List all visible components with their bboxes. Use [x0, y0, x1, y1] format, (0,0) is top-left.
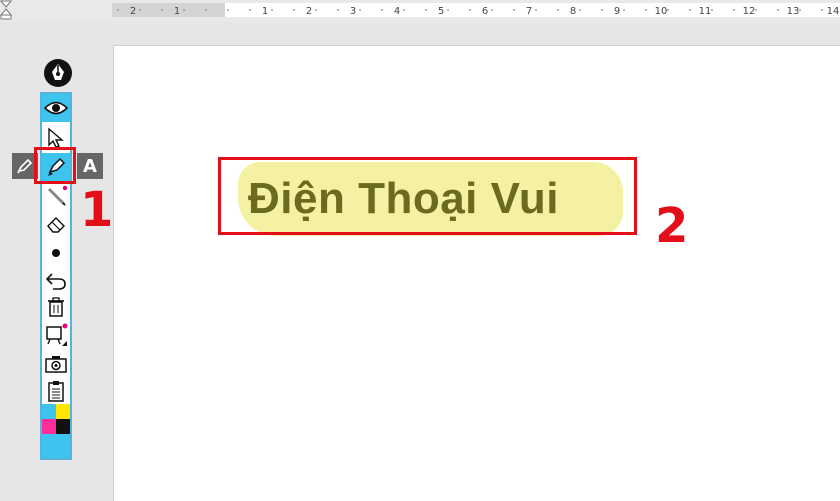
clipboard-icon: [48, 381, 64, 402]
eraser-tool-button[interactable]: [42, 210, 70, 238]
text-tool-button[interactable]: A: [77, 153, 103, 179]
screenshot-button[interactable]: [42, 350, 70, 378]
trash-icon: [48, 297, 64, 317]
text-tool-label: A: [83, 155, 97, 177]
arrow-cursor-icon: [48, 127, 64, 148]
callout-label-1: 1: [80, 182, 114, 238]
clipboard-button[interactable]: [42, 377, 70, 405]
horizontal-ruler: 2 1 1 2 3 4 5 6 7 8 9 10 11 12 13 14: [0, 0, 840, 22]
delete-button[interactable]: [42, 293, 70, 321]
indent-marker-icon[interactable]: [0, 0, 12, 20]
ruler-label: 14: [827, 6, 840, 17]
ruler-label: 12: [743, 6, 756, 17]
undo-icon: [45, 273, 66, 290]
dot-size-button[interactable]: [42, 239, 70, 267]
callout-box-1: [34, 147, 76, 184]
palette-swatch-cyan-lower[interactable]: [42, 434, 70, 458]
ruler-label: 2: [306, 6, 312, 17]
palette-swatch-black[interactable]: [56, 419, 70, 434]
ruler-label: 4: [394, 6, 400, 17]
ruler-label: 2: [130, 6, 136, 17]
pen-tool-logo-icon[interactable]: [43, 58, 73, 88]
callout-box-2: [218, 157, 637, 235]
palette-swatch-magenta[interactable]: [42, 419, 56, 434]
eye-icon: [44, 101, 68, 115]
ruler-label: 1: [174, 6, 180, 17]
ruler-label: 9: [614, 6, 620, 17]
palette-swatch-cyan[interactable]: [42, 404, 56, 419]
ruler-label: 8: [570, 6, 576, 17]
ruler-label: 6: [482, 6, 488, 17]
document-page[interactable]: [113, 45, 840, 501]
ruler-label: 1: [262, 6, 268, 17]
pencil-icon: [17, 158, 33, 174]
ruler-ticks: 2 1 1 2 3 4 5 6 7 8 9 10 11 12 13 14: [117, 6, 840, 17]
ruler-label: 11: [699, 6, 712, 17]
eye-tool-button[interactable]: [42, 94, 70, 122]
whiteboard-icon: [46, 323, 68, 346]
ruler-label: 13: [787, 6, 800, 17]
undo-button[interactable]: [42, 266, 70, 294]
ruler-label: 5: [438, 6, 444, 17]
ruler-label: 3: [350, 6, 356, 17]
dot-icon: [52, 249, 60, 257]
callout-label-2: 2: [655, 198, 689, 254]
ruler-label: 7: [526, 6, 532, 17]
ruler-label: 10: [655, 6, 668, 17]
pen-tool-button[interactable]: [42, 182, 70, 210]
camera-icon: [45, 356, 67, 373]
eraser-icon: [47, 217, 65, 233]
whiteboard-button[interactable]: [42, 321, 70, 349]
color-palette[interactable]: [42, 404, 70, 434]
palette-swatch-yellow[interactable]: [56, 404, 70, 419]
pencil-icon: [47, 185, 67, 206]
